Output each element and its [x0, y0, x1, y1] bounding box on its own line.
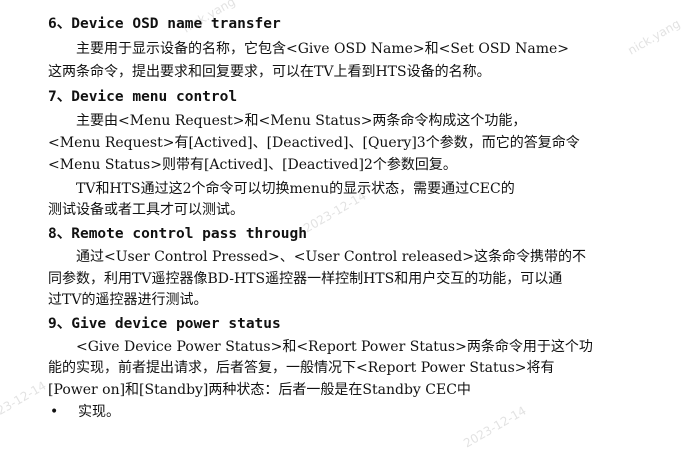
- section-7-line-3: <Menu Status>则带有[Actived]、[Deactived]2个参…: [48, 157, 457, 173]
- section-8-line-3: 过TV的遥控器进行测试。: [48, 292, 208, 308]
- section-6-heading: 6、Device OSD name transfer: [48, 16, 281, 32]
- section-7-line-2: <Menu Request>有[Actived]、[Deactived]、[Qu…: [48, 135, 580, 151]
- section-9-line-4: 实现。: [78, 404, 120, 420]
- section-8-heading: 8、Remote control pass through: [48, 226, 307, 242]
- section-6-line-2: 这两条命令，提出要求和回复要求，可以在TV上看到HTS设备的名称。: [48, 64, 491, 80]
- section-9-line-3: [Power on]和[Standby]两种状态：后者一般是在Standby C…: [48, 382, 471, 398]
- section-9-line-1: <Give Device Power Status>和<Report Power…: [76, 339, 593, 355]
- section-7-line-1: 主要由<Menu Request>和<Menu Status>两条命令构成这个功…: [76, 113, 527, 129]
- document-page: nick.yang nick.yang 2023-12-14 2023-12-1…: [0, 0, 687, 458]
- bullet-marker: •: [50, 404, 59, 420]
- section-9-line-2: 能的实现，前者提出请求，后者答复，一般情况下<Report Power Stat…: [48, 360, 555, 376]
- section-6-line-1: 主要用于显示设备的名称，它包含<Give OSD Name>和<Set OSD …: [76, 41, 569, 57]
- section-7-line-5: 测试设备或者工具才可以测试。: [48, 202, 244, 218]
- section-8-line-2: 同参数，利用TV遥控器像BD-HTS遥控器一样控制HTS和用户交互的功能，可以通: [48, 271, 563, 287]
- section-8-line-1: 通过<User Control Pressed>、<User Control r…: [76, 249, 586, 265]
- section-7-line-4: TV和HTS通过这2个命令可以切换menu的显示状态，需要通过CEC的: [76, 181, 515, 197]
- section-7-heading: 7、Device menu control: [48, 89, 238, 105]
- section-9-heading: 9、Give device power status: [48, 316, 281, 332]
- watermark-date: 2023-12-14: [0, 378, 49, 426]
